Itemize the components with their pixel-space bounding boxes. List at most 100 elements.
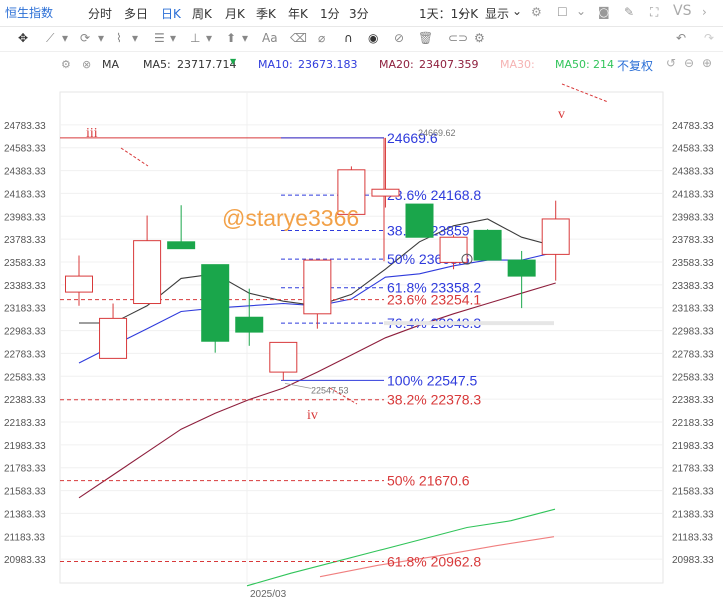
hide-icon[interactable]: ⊘ xyxy=(394,31,404,45)
y-tick-label-left: 21583.33 xyxy=(4,487,46,498)
line-tool-icon[interactable]: ⟋ xyxy=(46,31,54,46)
adjust-select[interactable]: 不复权 xyxy=(617,57,653,74)
ma20-value: 23407.359 xyxy=(419,58,479,71)
y-tick-label-right: 22383.33 xyxy=(672,395,714,406)
y-tick-label-left: 23383.33 xyxy=(4,281,46,292)
chevron-down-icon[interactable]: ▾ xyxy=(62,31,68,45)
candle-body xyxy=(507,259,536,277)
chevron-down-icon[interactable]: ⌄ xyxy=(457,4,467,18)
zoom-in-icon[interactable]: ⊕ xyxy=(702,56,712,70)
fullscreen-icon[interactable]: ⛶ xyxy=(650,5,658,20)
ma30-label: MA30: xyxy=(500,58,535,71)
y-tick-label-left: 21183.33 xyxy=(4,532,45,543)
y-tick-label-right: 21983.33 xyxy=(672,441,714,452)
period-tab[interactable]: 季K xyxy=(256,5,276,22)
y-tick-label-right: 23983.33 xyxy=(672,212,714,223)
eraser-icon[interactable]: ⌀ xyxy=(318,31,325,45)
chevron-down-icon[interactable]: ▾ xyxy=(206,31,212,45)
period-tab[interactable]: 3分 xyxy=(349,5,369,22)
chevron-down-icon[interactable]: ⌄ xyxy=(576,4,586,18)
candle-body xyxy=(99,317,128,359)
y-tick-label-left: 23583.33 xyxy=(4,258,46,269)
chevron-down-icon[interactable]: ▾ xyxy=(170,31,176,45)
multi-day-select[interactable]: 1天：1分K xyxy=(419,5,478,22)
y-tick-label-right: 24783.33 xyxy=(672,121,714,132)
chevron-down-icon[interactable]: ▾ xyxy=(132,31,138,45)
y-tick-label-right: 21183.33 xyxy=(672,532,713,543)
y-tick-label-left: 21983.33 xyxy=(4,441,46,452)
drawing-toolbar: ✥ ⟋ ▾ ⟳ ▾ ⌇ ▾ ☰ ▾ ⊥ ▾ ⬆ ▾ Aa ⌫ ⌀ ∩ ◉ ⊘ 🗑… xyxy=(0,27,723,52)
magnet-icon[interactable]: ∩ xyxy=(344,31,353,45)
candle-body xyxy=(371,188,400,197)
arrow-down-icon: ▼ xyxy=(230,57,237,66)
y-tick-label-left: 24183.33 xyxy=(4,189,46,200)
candlestick-chart[interactable]: 24783.33 24783.33 24583.33 24583.33 24383.33… xyxy=(0,76,723,609)
y-tick-label-left: 24783.33 xyxy=(4,121,46,132)
candle-body xyxy=(133,240,162,305)
redo-icon[interactable]: ↷ xyxy=(704,31,714,45)
x-tick-label: 2025/03 xyxy=(250,589,287,600)
watermark-text: @starye3366 xyxy=(222,205,359,231)
settings-icon[interactable]: ⚙ xyxy=(531,5,542,19)
display-menu[interactable]: 显示 xyxy=(485,5,509,22)
chart-grid xyxy=(59,91,664,584)
period-tab[interactable]: 年K xyxy=(288,5,308,22)
compare-button[interactable]: VS xyxy=(673,3,691,19)
period-tab[interactable]: 日K xyxy=(161,5,181,22)
candle-body xyxy=(439,236,468,263)
layout-square-icon[interactable]: ☐ xyxy=(557,5,568,19)
y-tick-label-right: 22583.33 xyxy=(672,372,714,383)
eye-icon[interactable]: ◉ xyxy=(368,31,378,45)
link-icon[interactable]: ⊂⊃ xyxy=(448,31,468,45)
y-tick-label-right: 24183.33 xyxy=(672,189,714,200)
wave-tool-icon[interactable]: ⌇ xyxy=(116,31,122,45)
fib-blue-label: 61.8% 23358.2 xyxy=(387,280,481,296)
candle-body xyxy=(303,259,332,315)
candle-body xyxy=(65,275,93,293)
refresh-icon[interactable]: ↺ xyxy=(666,56,676,70)
ma10-value: 23673.183 xyxy=(298,58,358,71)
period-tab[interactable]: 分时 xyxy=(88,5,112,22)
ma50-line xyxy=(246,508,556,587)
cycle-tool-icon[interactable]: ⟳ xyxy=(80,31,90,45)
fib-red-label: 50% 21670.6 xyxy=(387,473,470,489)
y-tick-label-right: 23783.33 xyxy=(672,235,714,246)
period-tab[interactable]: 周K xyxy=(192,5,212,22)
pencil-icon[interactable]: ✎ xyxy=(624,5,634,19)
measure-tool-icon[interactable]: ⊥ xyxy=(190,31,200,45)
period-tab[interactable]: 多日 xyxy=(124,5,148,22)
ma-type-label[interactable]: MA xyxy=(102,58,119,71)
ma5-value: 23717.714 xyxy=(177,58,237,71)
y-tick-label-left: 20983.33 xyxy=(4,555,46,566)
close-icon[interactable]: ⊗ xyxy=(82,58,91,71)
y-tick-label-left: 21783.33 xyxy=(4,464,46,475)
chevron-down-icon[interactable]: ⌄ xyxy=(512,4,522,18)
period-tab[interactable]: 1分 xyxy=(320,5,340,22)
wave-label: iv xyxy=(307,408,318,423)
move-crosshair-icon[interactable]: ✥ xyxy=(18,31,28,45)
chevron-down-icon[interactable]: ▾ xyxy=(98,31,104,45)
selection-band xyxy=(384,321,554,326)
text-tool-icon[interactable]: Aa xyxy=(262,31,278,45)
period-tab[interactable]: 月K xyxy=(225,5,245,22)
fib-tool-icon[interactable]: ☰ xyxy=(154,31,165,45)
fib-blue-label: 23.6% 24168.8 xyxy=(387,187,481,203)
delete-rect-icon[interactable]: ⌫ xyxy=(290,31,307,45)
arrow-tool-icon[interactable]: ⬆ xyxy=(226,31,236,45)
wave-label: v xyxy=(558,107,565,122)
undo-icon[interactable]: ↶ xyxy=(676,31,686,45)
ma-indicator-bar: ⚙ ⊗ MA MA5: 23717.714 ▼ MA10: 23673.183 … xyxy=(0,52,723,76)
candle-body xyxy=(201,264,230,342)
trash-icon[interactable]: 🗑 xyxy=(418,31,433,45)
y-tick-label-left: 23783.33 xyxy=(4,235,46,246)
y-tick-label-right: 24583.33 xyxy=(672,144,714,155)
y-tick-label-right: 23583.33 xyxy=(672,258,714,269)
candle-body xyxy=(269,341,298,373)
zoom-out-icon[interactable]: ⊖ xyxy=(684,56,694,70)
chevron-down-icon[interactable]: ▾ xyxy=(242,31,248,45)
index-name-tab[interactable]: 恒生指数 xyxy=(5,4,53,21)
scroll-right-icon[interactable]: › xyxy=(702,5,707,19)
gear-icon[interactable]: ⚙ xyxy=(474,31,485,45)
camera-icon[interactable]: ◙ xyxy=(598,5,610,19)
gear-icon[interactable]: ⚙ xyxy=(61,58,71,71)
